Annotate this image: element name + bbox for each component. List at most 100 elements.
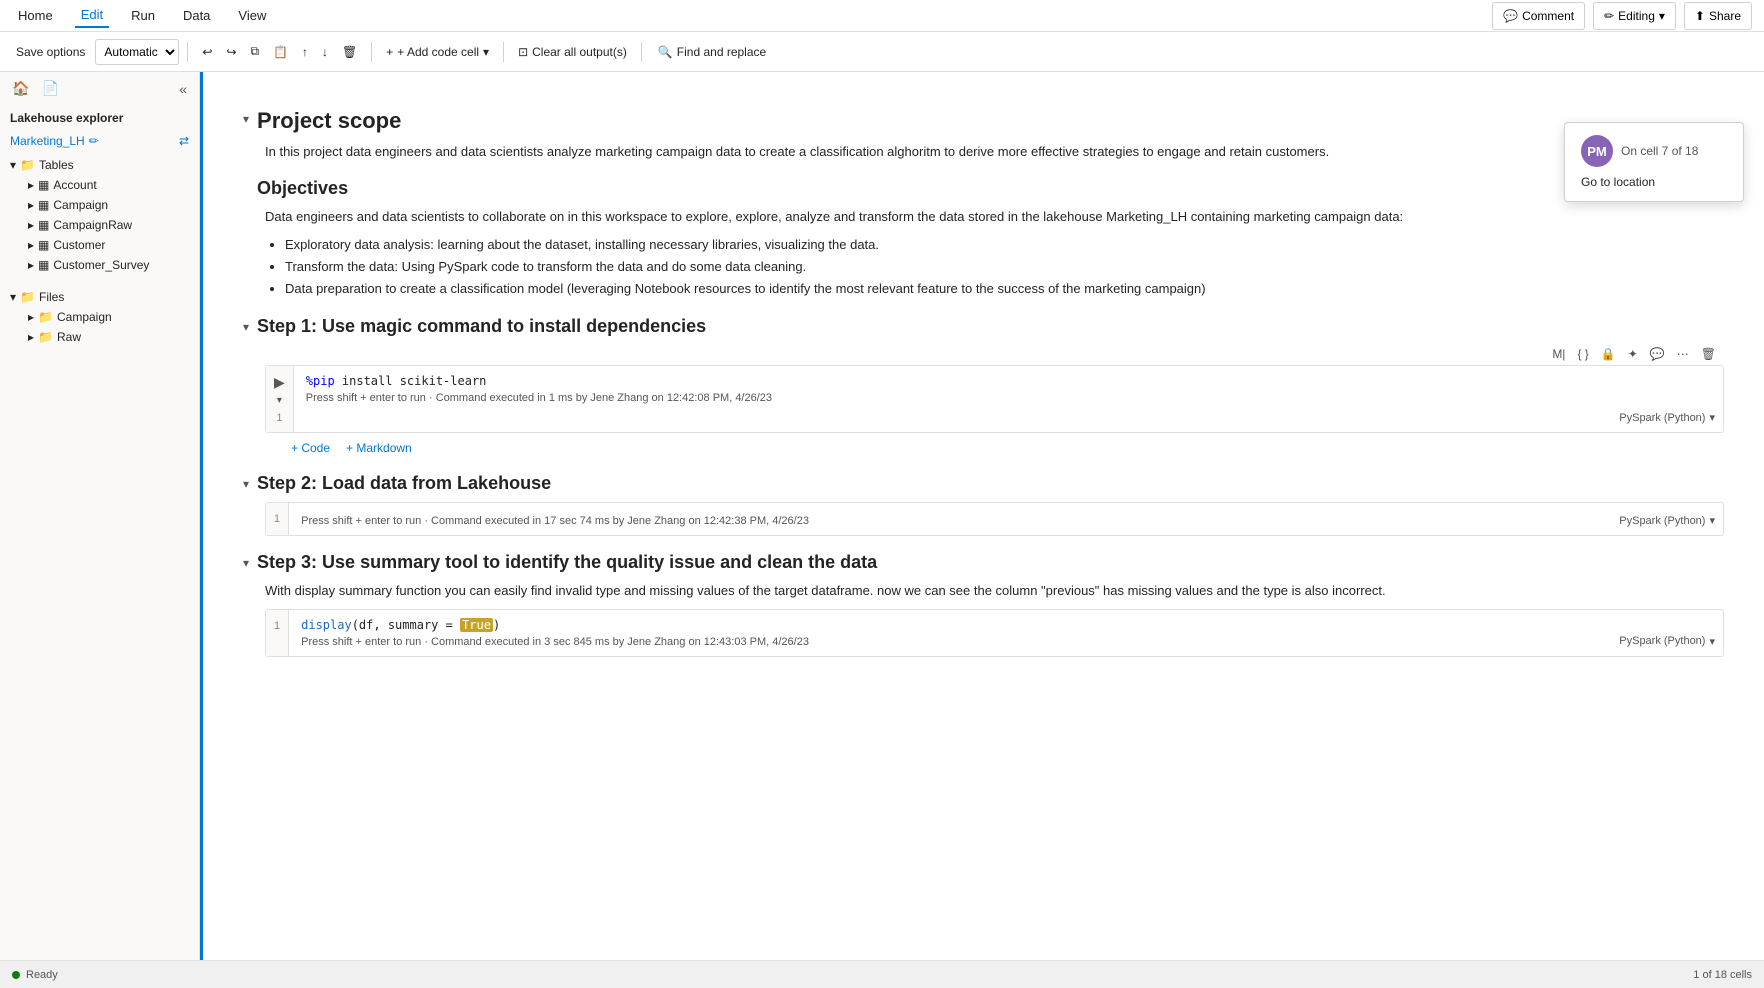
files-label: Files: [39, 290, 64, 304]
share-button[interactable]: ⬆ Share: [1684, 2, 1752, 30]
sidebar-item-customer[interactable]: ▸ ▦ Customer: [0, 235, 199, 255]
clear-outputs-button[interactable]: ⊡ Clear all output(s): [512, 38, 633, 66]
clear-icon: ⊡: [518, 45, 528, 59]
sidebar-item-raw[interactable]: ▸ 📁 Raw: [0, 327, 199, 347]
cell3-line-num: 1: [274, 618, 280, 632]
go-to-location-button[interactable]: Go to location: [1581, 175, 1727, 189]
comment-icon: 💬: [1503, 9, 1518, 23]
cell2-run-area: 1: [266, 503, 289, 535]
step3-header: ▾ Step 3: Use summary tool to identify t…: [243, 552, 1724, 573]
cell2-body[interactable]: Press shift + enter to run · Command exe…: [289, 503, 1611, 535]
add-code-cell-label: + Add code cell: [397, 45, 479, 59]
collapse-step2[interactable]: ▾: [243, 477, 249, 491]
comment-label: Comment: [1522, 9, 1574, 23]
undo-button[interactable]: ↩: [196, 38, 218, 66]
sidebar-item-campaign[interactable]: ▸ ▦ Campaign: [0, 195, 199, 215]
cell1-run-button[interactable]: ▶: [274, 374, 285, 391]
sidebar-collapse-btn[interactable]: «: [177, 79, 189, 99]
files-header[interactable]: ▾ 📁 Files: [0, 287, 199, 307]
lakehouse-title: Lakehouse explorer: [0, 105, 199, 131]
share-icon: ⬆: [1695, 9, 1705, 23]
campaignraw-label: CampaignRaw: [53, 218, 132, 232]
share-label: Share: [1709, 9, 1741, 23]
go-to-location-label: Go to location: [1581, 175, 1655, 189]
editing-button[interactable]: ✏ Editing ▾: [1593, 2, 1676, 30]
cell-count: 1 of 18 cells: [1693, 969, 1752, 981]
move-up-button[interactable]: ↑: [296, 38, 314, 66]
cell1-body[interactable]: %pip install scikit-learn Press shift + …: [294, 366, 1611, 432]
cell2-lang[interactable]: PySpark (Python) ▾: [1619, 514, 1715, 527]
collapse-project-scope[interactable]: ▾: [243, 112, 249, 126]
sidebar-item-customer-survey[interactable]: ▸ ▦ Customer_Survey: [0, 255, 199, 275]
add-cell-row-1: + Code + Markdown: [287, 439, 1724, 457]
table-icon-2: ▦: [38, 198, 49, 212]
paste-button[interactable]: 📋: [267, 38, 294, 66]
cell1-status: Press shift + enter to run · Command exe…: [306, 392, 1599, 404]
delete-button[interactable]: 🗑: [336, 38, 363, 66]
cell1-star-btn[interactable]: ✦: [1624, 345, 1642, 363]
save-options-button[interactable]: Save options: [8, 38, 93, 66]
find-replace-button[interactable]: 🔍 Find and replace: [650, 38, 774, 66]
save-mode-select[interactable]: Automatic: [95, 39, 179, 65]
campaign-label: Campaign: [53, 198, 108, 212]
redo-button[interactable]: ↪: [220, 38, 242, 66]
cell3-body[interactable]: display(df, summary = True) Press shift …: [289, 610, 1611, 656]
menu-home[interactable]: Home: [12, 4, 59, 27]
cell1-delete-btn[interactable]: 🗑: [1697, 345, 1720, 363]
project-scope-desc: In this project data engineers and data …: [265, 142, 1724, 162]
menu-data[interactable]: Data: [177, 4, 216, 27]
add-code-cell-button[interactable]: + + Add code cell ▾: [380, 38, 495, 66]
collapse-step3[interactable]: ▾: [243, 556, 249, 570]
ready-indicator: [12, 971, 20, 979]
cell1-lang[interactable]: PySpark (Python) ▾: [1619, 411, 1715, 424]
cell1-collapse-btn[interactable]: ▾: [277, 395, 282, 406]
cell3-lang[interactable]: PySpark (Python) ▾: [1619, 635, 1715, 648]
cell1-code-btn[interactable]: { }: [1573, 345, 1592, 363]
files-folder-icon: 📁: [20, 290, 35, 304]
edit-icon: ✏: [1604, 9, 1614, 23]
plus-icon: +: [386, 45, 393, 59]
search-icon: 🔍: [658, 45, 673, 59]
cell3-run-area: 1: [266, 610, 289, 656]
sidebar-file-icon[interactable]: 📄: [39, 78, 60, 99]
step1-cell-container: M| { } 🔒 ✦ 💬 ⋯ 🗑 ▶ ▾ 1 %pip install scik…: [265, 345, 1724, 457]
chevron-down-icon-4: ▾: [1709, 514, 1715, 527]
cell1-code[interactable]: %pip install scikit-learn: [306, 374, 1599, 388]
user-avatar: PM: [1581, 135, 1613, 167]
menu-view[interactable]: View: [232, 4, 272, 27]
cell1-comment-btn[interactable]: 💬: [1646, 345, 1669, 363]
account-label: Account: [53, 178, 96, 192]
cell1-more-btn[interactable]: ⋯: [1673, 345, 1693, 363]
collapse-step1[interactable]: ▾: [243, 320, 249, 334]
expand-icon-2: ▸: [28, 198, 34, 212]
edit-marketing-icon: ✏: [89, 134, 99, 148]
sidebar-item-campaign-file[interactable]: ▸ 📁 Campaign: [0, 307, 199, 327]
avatar-row: PM On cell 7 of 18: [1581, 135, 1727, 167]
objectives-header: ▾ Objectives: [243, 178, 1724, 199]
cell1-ml-btn[interactable]: M|: [1548, 345, 1569, 363]
sidebar-item-account[interactable]: ▸ ▦ Account: [0, 175, 199, 195]
menu-edit[interactable]: Edit: [75, 3, 109, 28]
tables-header[interactable]: ▾ 📁 Tables: [0, 155, 199, 175]
cell1-lock-btn[interactable]: 🔒: [1597, 345, 1620, 363]
files-expand-icon: ▾: [10, 290, 16, 304]
sidebar-icon-row: 🏠 📄 «: [0, 72, 199, 105]
cell3-code[interactable]: display(df, summary = True): [301, 618, 1599, 632]
sidebar-home-icon[interactable]: 🏠: [10, 78, 31, 99]
copy-button[interactable]: ⧉: [245, 38, 266, 66]
raw-label: Raw: [57, 330, 81, 344]
comment-button[interactable]: 💬 Comment: [1492, 2, 1585, 30]
content-area: ▾ Project scope In this project data eng…: [203, 72, 1764, 960]
marketing-label[interactable]: Marketing_LH ✏ ⇄: [0, 131, 199, 151]
location-popup: PM On cell 7 of 18 Go to location: [1564, 122, 1744, 202]
files-section: ▾ 📁 Files ▸ 📁 Campaign ▸ 📁 Raw: [0, 279, 199, 351]
toolbar-sep-4: [641, 42, 642, 62]
marketing-text: Marketing_LH: [10, 134, 85, 148]
move-down-button[interactable]: ↓: [316, 38, 334, 66]
tables-expand-icon: ▾: [10, 158, 16, 172]
add-markdown-btn-1[interactable]: + Markdown: [342, 439, 416, 457]
menu-run[interactable]: Run: [125, 4, 161, 27]
save-label: Save options: [16, 45, 85, 59]
add-code-btn-1[interactable]: + Code: [287, 439, 334, 457]
sidebar-item-campaignraw[interactable]: ▸ ▦ CampaignRaw: [0, 215, 199, 235]
